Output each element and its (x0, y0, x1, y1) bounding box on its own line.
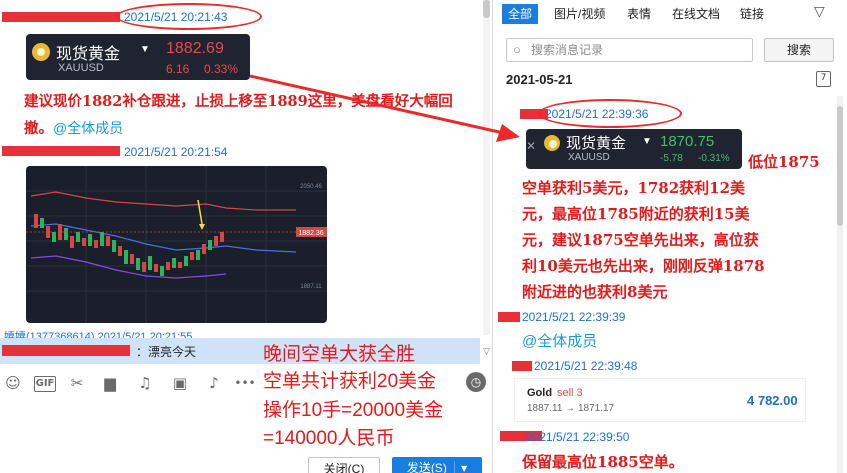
chevron-down-icon[interactable]: ▽ (483, 347, 490, 357)
message-timestamp: 2021/5/21 20:21:54 (124, 145, 228, 159)
yellow-pointer (197, 199, 203, 225)
search-placeholder: 搜索消息记录 (531, 43, 604, 57)
overlay-line2: 空单共计获利20美金 (263, 371, 437, 392)
quote-price: 1882.69 (166, 40, 224, 57)
price-tag-label: 1882.36 (298, 230, 323, 237)
axis-top-label: 2050.46 (300, 184, 322, 190)
trade-symbol: Gold (527, 387, 553, 399)
sender-redaction (512, 361, 532, 371)
message-line: 空单获利5美元，1782获利12美 (522, 179, 746, 197)
quote-name: 现货黄金 (566, 135, 627, 152)
send-label: 发送(S) (406, 461, 447, 473)
sender-redaction (498, 312, 520, 322)
search-button[interactable]: 搜索 (764, 38, 834, 62)
bell-icon[interactable]: ♪ (205, 374, 223, 392)
message-timestamp: 2021/5/21 22:39:50 (526, 430, 630, 444)
filter-icon[interactable]: ▽ (814, 4, 825, 20)
quote-symbol: XAUUSD (58, 62, 104, 74)
candles (34, 214, 224, 276)
history-pane: 全部 图片/视频 表情 在线文档 链接 ▽ ○ 搜索消息记录 搜索 2021-0… (496, 0, 847, 473)
scrollbar-thumb[interactable] (483, 0, 490, 18)
send-options-chevron-icon[interactable]: ▾ (454, 461, 468, 473)
calendar-icon[interactable]: 7 (816, 71, 831, 87)
quote-change: -5.78 (660, 153, 683, 164)
highlight-oval (538, 99, 682, 128)
gold-quote-card[interactable]: ✕ 现货黄金 ▼ 1870.75 XAUUSD -5.78 -0.31% (526, 129, 742, 169)
message-line: 元，建议1875空单先出来，高位获 (522, 231, 759, 249)
caret-down-icon: ▼ (140, 44, 150, 55)
message-line: 元，最高位1785附近的获利15美 (522, 205, 750, 223)
history-tabs: 全部 图片/视频 表情 在线文档 链接 ▽ (496, 0, 847, 28)
highlight-oval (116, 3, 262, 30)
mention-all[interactable]: @全体成员 (522, 330, 597, 351)
candlestick-chart-image[interactable]: 1882.36 2050.46 1887.11 (26, 166, 327, 323)
mention-all[interactable]: @全体成员 (53, 120, 123, 136)
sender-redaction (2, 146, 120, 156)
trade-profit: 4 782.00 (747, 393, 798, 408)
search-icon: ○ (513, 42, 521, 57)
tab-stickers[interactable]: 表情 (621, 4, 657, 24)
close-button[interactable]: 关闭(C) (308, 457, 380, 473)
quote-name: 现货黄金 (56, 46, 121, 63)
tab-links[interactable]: 链接 (734, 4, 770, 24)
sender-redaction (2, 345, 130, 356)
message-line: 利10美元也先出来，刚刚反弹1878 (522, 257, 765, 275)
scissors-icon[interactable]: ✂ (68, 374, 86, 392)
scrollbar-thumb[interactable] (837, 106, 843, 226)
chat-pane: 2021/5/21 20:21:43 现货黄金 ▼ 1882.69 XAUUSD… (0, 0, 492, 473)
send-button[interactable]: 发送(S) ▾ (392, 457, 482, 473)
message-line: 低位1875 (748, 153, 820, 171)
tab-all[interactable]: 全部 (502, 4, 539, 24)
search-input[interactable]: ○ 搜索消息记录 (506, 38, 753, 62)
message-timestamp: 2021/5/21 22:39:39 (522, 310, 626, 324)
history-scrollbar[interactable] (837, 96, 843, 473)
chart-svg: 1882.36 2050.46 1887.11 (26, 166, 327, 323)
more-icon[interactable]: ••• (233, 374, 257, 392)
date-header: 2021-05-21 (506, 72, 573, 87)
trade-card[interactable]: Gold sell 3 1887.11 → 1871.17 4 782.00 (514, 378, 806, 422)
pane-divider[interactable] (492, 0, 493, 473)
gif-icon[interactable]: GIF (34, 376, 56, 392)
quote-symbol: XAUUSD (568, 152, 610, 163)
axis-low-label: 1887.11 (300, 284, 322, 290)
trade-side: sell 3 (557, 387, 583, 399)
gold-coin-icon (544, 135, 560, 151)
gold-coin-icon (32, 43, 50, 61)
quote-change-pct: 0.33% (204, 62, 239, 76)
overlay-line3: 操作10手=20000美金 (263, 400, 444, 421)
quote-change: 6.16 (166, 62, 190, 76)
message-line: 附近进的也获利8美元 (522, 283, 668, 301)
music-icon[interactable]: ♫ (136, 374, 154, 392)
trade-range: 1887.11 → 1871.17 (527, 403, 615, 414)
clock-icon[interactable]: ◷ (466, 372, 486, 392)
folder-icon[interactable]: ▆ (100, 374, 120, 392)
message-timestamp: 2021/5/21 22:39:48 (534, 359, 638, 373)
tab-images-videos[interactable]: 图片/视频 (548, 4, 611, 24)
tab-online-docs[interactable]: 在线文档 (666, 4, 726, 24)
emoji-icon[interactable]: ☺ (4, 374, 22, 392)
overlay-line1: 晚间空单大获全胜 (263, 344, 416, 365)
quote-price: 1870.75 (660, 133, 715, 150)
overlay-line4: =140000人民币 (263, 428, 395, 449)
gold-quote-card[interactable]: 现货黄金 ▼ 1882.69 XAUUSD 6.16 0.33% (26, 34, 250, 80)
close-icon[interactable]: ✕ (526, 139, 536, 153)
message-text: 建议现价1882补仓跟进，止损上移至1889这里，美盘看好大幅回撤。@全体成员 (24, 89, 474, 142)
image-icon[interactable]: ▣ (170, 374, 190, 392)
quote-change-pct: -0.31% (698, 153, 730, 164)
chat-scrollbar[interactable] (483, 0, 490, 335)
sender-redaction (2, 12, 120, 22)
caret-down-icon: ▼ (642, 136, 652, 147)
message-text: 保留最高位1885空单。 (522, 453, 684, 471)
input-text: ：漂亮今天 (136, 345, 197, 359)
